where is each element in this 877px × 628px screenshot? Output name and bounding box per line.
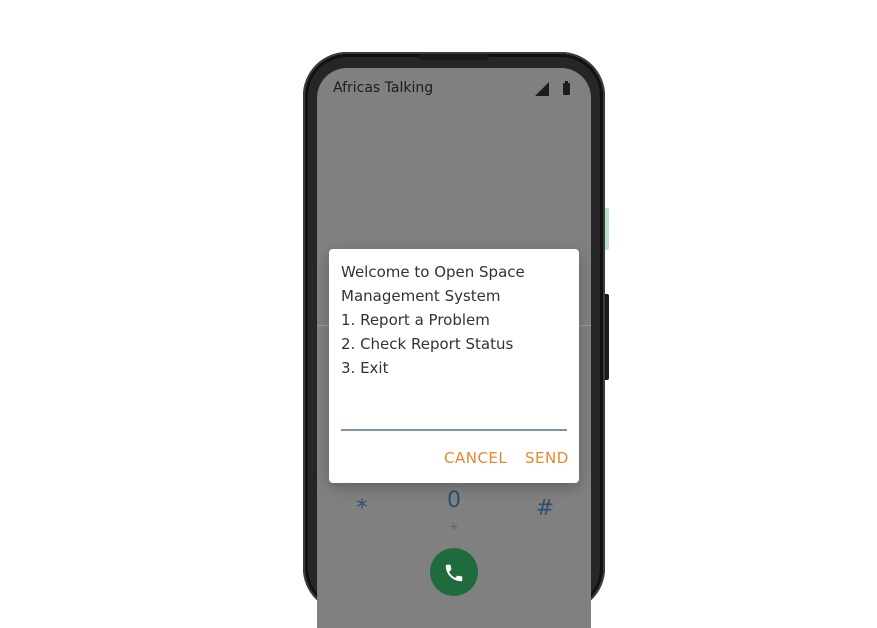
- call-button[interactable]: [430, 548, 478, 596]
- ussd-response-input[interactable]: [341, 405, 567, 431]
- menu-option: 3. Exit: [341, 359, 389, 377]
- message-line: Management System: [341, 287, 501, 305]
- message-line: Welcome to Open Space: [341, 263, 525, 281]
- dial-key-hash[interactable]: #: [525, 496, 565, 521]
- dial-key-zero-plus: +: [449, 520, 459, 533]
- send-button[interactable]: SEND: [525, 449, 569, 467]
- power-button[interactable]: [605, 294, 609, 380]
- menu-option: 1. Report a Problem: [341, 311, 490, 329]
- menu-option: 2. Check Report Status: [341, 335, 514, 353]
- ussd-message: Welcome to Open Space Management System …: [341, 260, 567, 380]
- carrier-name: Africas Talking: [333, 80, 434, 96]
- volume-button[interactable]: [605, 208, 609, 250]
- phone-speaker: [419, 54, 489, 60]
- phone-icon: [445, 564, 463, 582]
- cancel-button[interactable]: CANCEL: [444, 449, 507, 467]
- cellular-signal-icon: [535, 81, 549, 96]
- status-bar: Africas Talking: [317, 68, 591, 108]
- ussd-dialog: Welcome to Open Space Management System …: [329, 249, 579, 483]
- dial-key-star[interactable]: *: [342, 496, 382, 521]
- battery-icon: [563, 80, 570, 95]
- dial-key-zero[interactable]: 0: [434, 488, 474, 513]
